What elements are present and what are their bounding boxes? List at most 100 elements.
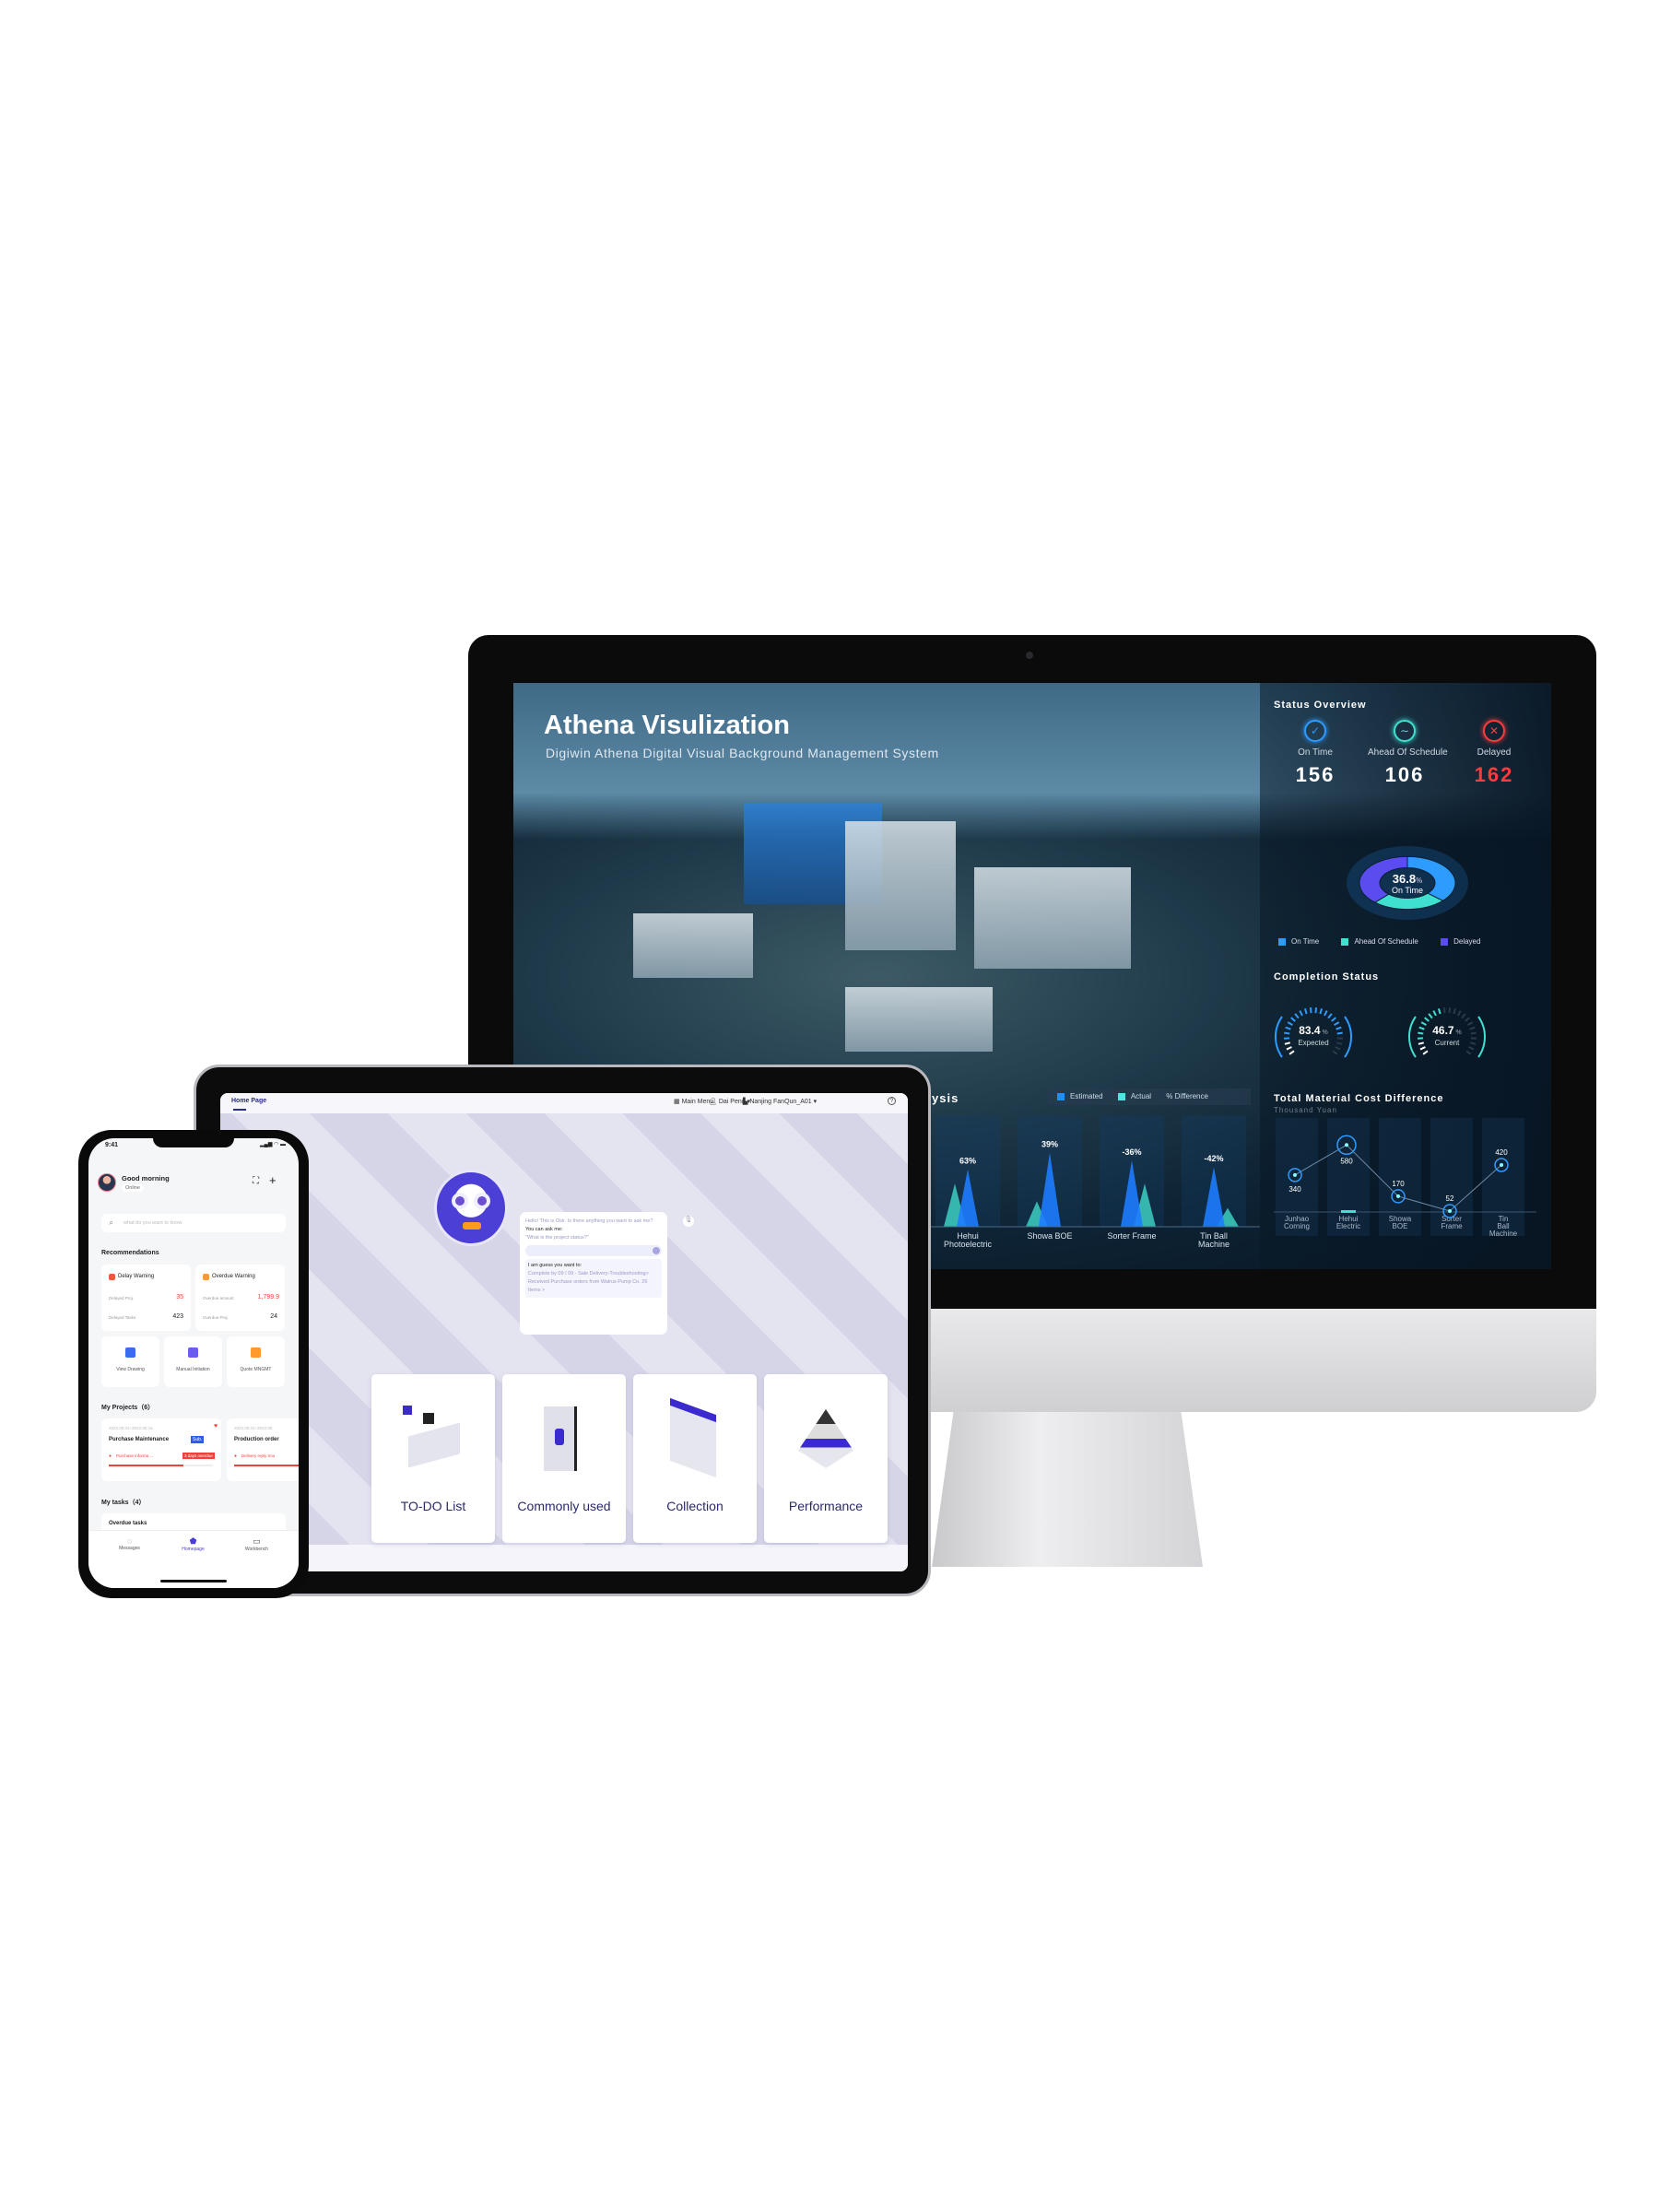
chat-example[interactable]: "What is the project status?" bbox=[525, 1234, 662, 1242]
online-badge: Online bbox=[122, 1184, 144, 1192]
send-icon[interactable] bbox=[653, 1247, 660, 1254]
row-label: Delayed Proj. bbox=[109, 1296, 135, 1300]
quick-action-icon bbox=[125, 1347, 135, 1358]
gauge-tick bbox=[1422, 1050, 1429, 1055]
status-legend: On Time Ahead Of Schedule Delayed bbox=[1278, 937, 1480, 946]
search-icon: ⌕ bbox=[109, 1218, 114, 1227]
workbench-icon: ▭ bbox=[253, 1536, 261, 1546]
gauge-unit: % bbox=[1322, 1030, 1328, 1036]
legend-delayed: Delayed bbox=[1453, 937, 1481, 946]
greeting: Good morning bbox=[122, 1174, 170, 1182]
tile-label: Performance bbox=[788, 1499, 864, 1513]
gauge-label: Current bbox=[1434, 1039, 1460, 1047]
status-label: Delayed bbox=[1477, 747, 1512, 758]
factory-building bbox=[845, 821, 956, 950]
clock: 9:41 bbox=[105, 1142, 119, 1148]
search-placeholder: what do you want to know bbox=[124, 1220, 182, 1226]
owl-eye bbox=[452, 1193, 468, 1209]
cost-point bbox=[1500, 1163, 1503, 1167]
tab-home-page[interactable]: Home Page bbox=[231, 1098, 266, 1104]
delay-warning-card[interactable]: Delay Warning Delayed Proj. 35 Delayed T… bbox=[101, 1265, 191, 1331]
completion-gauge: 83.4 % Expected bbox=[1269, 1004, 1358, 1068]
analysis-chart-title: ysis bbox=[932, 1091, 959, 1105]
org-name: Nanjing FanQun_A01 bbox=[749, 1099, 812, 1105]
chat-bubble: Hello! This is Osir. Is there anything y… bbox=[520, 1212, 667, 1335]
gauge-tick bbox=[1448, 1007, 1452, 1014]
status-overview-title: Status Overview bbox=[1274, 700, 1367, 711]
user-name: Dai Peng bbox=[718, 1099, 746, 1105]
legend-percent-symbol: % bbox=[1166, 1092, 1173, 1100]
chat-greeting: Hello! This is Osir. Is there anything y… bbox=[525, 1218, 653, 1224]
status-item: ✓ On Time 156 bbox=[1278, 720, 1352, 787]
plus-icon[interactable]: + bbox=[269, 1173, 276, 1187]
tile-todo-list[interactable]: TO-DO List bbox=[371, 1374, 495, 1543]
microphone-icon[interactable]: 🎙︎ bbox=[683, 1216, 694, 1227]
tab-homepage[interactable]: ⬟ Homepage bbox=[161, 1536, 225, 1552]
completion-status-title: Completion Status bbox=[1274, 971, 1380, 982]
notch bbox=[153, 1138, 234, 1147]
project-tag: Sub. bbox=[191, 1436, 205, 1443]
difference-label: -36% bbox=[1122, 1147, 1141, 1157]
tile-commonly-used[interactable]: Commonly used bbox=[502, 1374, 626, 1543]
project-date: 2022.05.01~2022.05 bbox=[234, 1426, 273, 1430]
chat-input[interactable] bbox=[525, 1245, 662, 1256]
analysis-category-label: Sorter Frame bbox=[1107, 1231, 1156, 1241]
project-card[interactable]: 2022.05.01~2022.05.16 ♥ Purchase Mainten… bbox=[101, 1418, 221, 1481]
project-name: Purchase Maintenance bbox=[109, 1437, 170, 1442]
donut-unit: % bbox=[1416, 877, 1423, 885]
phone-screen: 9:41 ▂▄▆ ◠ ▬ Good morning Online ⛶ + ⌕ w… bbox=[88, 1138, 299, 1588]
avatar[interactable] bbox=[98, 1173, 116, 1192]
tile-label: Commonly used bbox=[517, 1499, 611, 1513]
cost-category-label: BOE bbox=[1393, 1222, 1408, 1230]
quick-action-2[interactable]: Quote MNGMT bbox=[227, 1336, 285, 1387]
legend-swatch-estimated bbox=[1057, 1092, 1065, 1100]
tile-performance[interactable]: Performance bbox=[764, 1374, 888, 1543]
owl-eye bbox=[474, 1193, 490, 1209]
difference-label: 39% bbox=[1041, 1140, 1058, 1149]
cost-category-label: Machine bbox=[1489, 1230, 1518, 1238]
gauge-tick bbox=[1303, 1008, 1308, 1015]
quick-action-1[interactable]: Manual Initiation bbox=[164, 1336, 222, 1387]
status-label: Ahead Of Schedule bbox=[1368, 747, 1448, 758]
analysis-chart: 63%HehuiPhotoelectric39%Showa BOE-36%Sor… bbox=[919, 1116, 1260, 1249]
overdue-warning-card[interactable]: Overdue Warning Overdue amount 1,799.9 O… bbox=[195, 1265, 285, 1331]
help-icon[interactable]: ? bbox=[888, 1097, 896, 1105]
project-card[interactable]: 2022.05.01~2022.05 Production order ● De… bbox=[227, 1418, 299, 1481]
completion-gauge: 46.7 % Current bbox=[1403, 1004, 1491, 1068]
quick-action-0[interactable]: View Drawing bbox=[101, 1336, 159, 1387]
project-progress bbox=[234, 1465, 299, 1466]
legend-difference: Difference bbox=[1174, 1092, 1208, 1100]
cost-chart-unit: Thousand Yuan bbox=[1274, 1106, 1337, 1114]
scan-icon[interactable]: ⛶ bbox=[253, 1176, 259, 1186]
status-label: On Time bbox=[1298, 747, 1333, 758]
gauge-tick bbox=[1288, 1050, 1295, 1055]
location-pin-icon: ● bbox=[234, 1453, 238, 1459]
tablet-screen: Home Page ▦ Main Menu 👤︎ Dai Peng ▾ ▙ Na… bbox=[220, 1093, 908, 1571]
dashboard-title: Athena Visulization bbox=[544, 711, 790, 740]
gauge-tick bbox=[1286, 1046, 1292, 1051]
gauge-value: 83.4 bbox=[1299, 1024, 1321, 1037]
overdue-amount-value: 1,799.9 bbox=[257, 1294, 279, 1300]
suggestion-link[interactable]: Complete by 09 / 09 - Sale Delivery-Trou… bbox=[528, 1270, 659, 1278]
tab-workbench[interactable]: ▭ Workbench bbox=[225, 1536, 288, 1552]
analysis-category-label: Showa BOE bbox=[1027, 1231, 1072, 1241]
status-bar: 9:41 ▂▄▆ ◠ ▬ bbox=[88, 1138, 299, 1151]
tab-messages[interactable]: ◌ Messages bbox=[98, 1536, 161, 1551]
project-date: 2022.05.01~2022.05.16 bbox=[109, 1426, 153, 1430]
org-dropdown[interactable]: ▙ Nanjing FanQun_A01 ▾ bbox=[743, 1098, 817, 1105]
project-note: Purchase informa ... bbox=[116, 1453, 154, 1458]
legend-swatch-ahead bbox=[1341, 937, 1349, 946]
monitor-stand bbox=[932, 1412, 1203, 1567]
suggestion-title: I am guess you want to: bbox=[528, 1263, 582, 1268]
suggestion-link[interactable]: Received Purchase orders from Walrus Pum… bbox=[528, 1278, 659, 1295]
main-menu-button[interactable]: ▦ Main Menu bbox=[674, 1098, 713, 1105]
heart-icon[interactable]: ♥ bbox=[214, 1423, 218, 1430]
owl-assistant-avatar[interactable] bbox=[434, 1170, 508, 1246]
tile-collection[interactable]: Collection bbox=[633, 1374, 757, 1543]
gauge-tick bbox=[1294, 1013, 1300, 1019]
folder-icon bbox=[670, 1397, 716, 1478]
card-title: Overdue Warning bbox=[212, 1274, 255, 1279]
search-input[interactable]: ⌕ what do you want to know bbox=[101, 1214, 286, 1232]
donut-label: On Time bbox=[1391, 886, 1423, 895]
location-pin-icon: ● bbox=[109, 1453, 112, 1459]
